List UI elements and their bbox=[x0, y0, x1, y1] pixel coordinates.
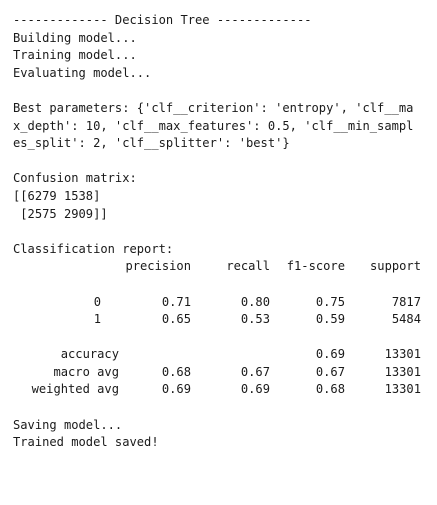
status-line-saving: Saving model... bbox=[13, 417, 123, 432]
status-line-training: Training model... bbox=[13, 48, 137, 63]
recall-value: 0.80 bbox=[240, 294, 270, 309]
section-header: ------------- Decision Tree ------------… bbox=[13, 13, 312, 27]
classification-report-title: Classification report: bbox=[13, 241, 174, 256]
confusion-matrix-title: Confusion matrix: bbox=[13, 171, 137, 186]
recall-value: 0.53 bbox=[240, 312, 270, 327]
weighted-avg-label: weighted avg bbox=[31, 382, 119, 397]
report-class-row: 1 0.65 0.53 0.59 5484 bbox=[13, 311, 435, 329]
report-header-row: precision recall f1-score support bbox=[13, 258, 435, 276]
precision-value: 0.71 bbox=[161, 294, 191, 309]
f1-value: 0.69 bbox=[315, 347, 345, 362]
status-line-saved: Trained model saved! bbox=[13, 435, 159, 450]
console-output: ------------- Decision Tree ------------… bbox=[13, 12, 435, 452]
header-precision: precision bbox=[125, 259, 191, 274]
macro-avg-label: macro avg bbox=[53, 364, 119, 379]
report-weighted-avg-row: weighted avg 0.69 0.69 0.68 13301 bbox=[13, 381, 435, 399]
precision-value: 0.69 bbox=[161, 382, 191, 397]
report-accuracy-row: accuracy 0.69 13301 bbox=[13, 346, 435, 364]
support-value: 5484 bbox=[391, 312, 421, 327]
precision-value: 0.68 bbox=[161, 364, 191, 379]
f1-value: 0.68 bbox=[315, 382, 345, 397]
f1-value: 0.67 bbox=[315, 364, 345, 379]
report-macro-avg-row: macro avg 0.68 0.67 0.67 13301 bbox=[13, 364, 435, 382]
class-label: 0 bbox=[93, 294, 101, 309]
f1-value: 0.75 bbox=[315, 294, 345, 309]
class-label: 1 bbox=[93, 312, 101, 327]
support-value: 13301 bbox=[384, 382, 421, 397]
recall-value: 0.69 bbox=[240, 382, 270, 397]
f1-value: 0.59 bbox=[315, 312, 345, 327]
confusion-matrix-row: [2575 2909]] bbox=[13, 206, 108, 221]
accuracy-label: accuracy bbox=[60, 347, 119, 362]
header-recall: recall bbox=[226, 259, 270, 274]
status-line-building: Building model... bbox=[13, 30, 137, 45]
best-params-line: Best parameters: {'clf__criterion': 'ent… bbox=[13, 100, 414, 115]
support-value: 13301 bbox=[384, 364, 421, 379]
status-line-evaluating: Evaluating model... bbox=[13, 65, 152, 80]
best-params-line: es_split': 2, 'clf__splitter': 'best'} bbox=[13, 136, 290, 151]
best-params-line: x_depth': 10, 'clf__max_features': 0.5, … bbox=[13, 118, 414, 133]
report-class-row: 0 0.71 0.80 0.75 7817 bbox=[13, 294, 435, 312]
support-value: 7817 bbox=[391, 294, 421, 309]
recall-value: 0.67 bbox=[240, 364, 270, 379]
confusion-matrix-row: [[6279 1538] bbox=[13, 188, 101, 203]
support-value: 13301 bbox=[384, 347, 421, 362]
header-support: support bbox=[370, 259, 421, 274]
header-f1-score: f1-score bbox=[286, 259, 345, 274]
precision-value: 0.65 bbox=[161, 312, 191, 327]
